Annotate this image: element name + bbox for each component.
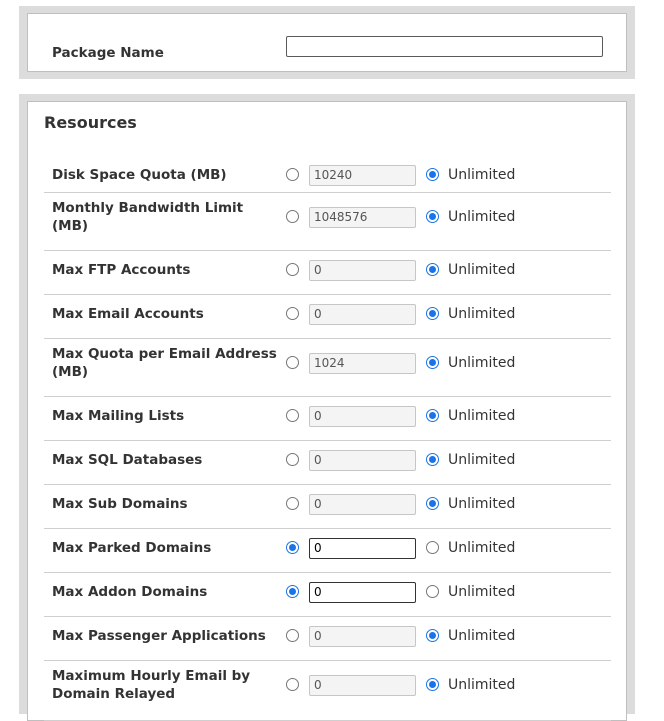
unlimited-label: Unlimited bbox=[448, 306, 516, 322]
resource-row: Max Passenger Applications 0 Unlimited bbox=[44, 616, 611, 661]
resources-panel: Resources Disk Space Quota (MB) 10240 Unli… bbox=[19, 94, 635, 721]
resource-row: Max FTP Accounts 0 Unlimited bbox=[44, 250, 611, 295]
resource-row: Max Parked Domains 0 Unlimited bbox=[44, 528, 611, 573]
limit-value-input[interactable]: 0 bbox=[309, 626, 416, 647]
resource-label: Max Addon Domains bbox=[52, 584, 208, 600]
resource-label: Max Parked Domains bbox=[52, 540, 212, 556]
limit-value-input[interactable]: 0 bbox=[309, 675, 416, 696]
unlimited-radio[interactable] bbox=[426, 409, 439, 422]
resource-row: Max Mailing Lists 0 Unlimited bbox=[44, 396, 611, 441]
resource-label: Max Mailing Lists bbox=[52, 408, 185, 424]
resource-label: Max FTP Accounts bbox=[52, 262, 191, 278]
limit-value-input[interactable]: 0 bbox=[309, 260, 416, 281]
limit-value-radio[interactable] bbox=[286, 497, 299, 510]
limit-value-input[interactable]: 10240 bbox=[309, 165, 416, 186]
resource-row: Max Email Accounts 0 Unlimited bbox=[44, 294, 611, 339]
unlimited-label: Unlimited bbox=[448, 262, 516, 278]
package-name-box: Package Name bbox=[27, 13, 627, 72]
resources-title: Resources bbox=[44, 113, 137, 132]
unlimited-label: Unlimited bbox=[448, 496, 516, 512]
limit-value-input[interactable]: 1024 bbox=[309, 353, 416, 374]
unlimited-radio[interactable] bbox=[426, 356, 439, 369]
resource-label: Max Sub Domains bbox=[52, 496, 188, 512]
resource-label: Max Passenger Applications bbox=[52, 628, 266, 644]
unlimited-radio[interactable] bbox=[426, 678, 439, 691]
unlimited-radio[interactable] bbox=[426, 168, 439, 181]
unlimited-label: Unlimited bbox=[448, 677, 516, 693]
limit-value-input[interactable]: 0 bbox=[309, 538, 416, 559]
resource-label: Maximum Hourly Email by Domain Relayed bbox=[52, 668, 251, 702]
limit-value-radio[interactable] bbox=[286, 307, 299, 320]
resource-row: Max Quota per Email Address (MB) 1024 Unli… bbox=[44, 338, 611, 397]
resource-row: Monthly Bandwidth Limit (MB) 1048576 Unlim… bbox=[44, 192, 611, 251]
package-name-input[interactable] bbox=[286, 36, 603, 57]
resource-label: Max Quota per Email Address (MB) bbox=[52, 346, 277, 380]
resource-row: Maximum Hourly Email by Domain Relayed 0 U… bbox=[44, 660, 611, 721]
package-name-panel: Package Name bbox=[19, 6, 635, 79]
unlimited-radio[interactable] bbox=[426, 453, 439, 466]
unlimited-label: Unlimited bbox=[448, 167, 516, 183]
resources-box: Resources Disk Space Quota (MB) 10240 Unli… bbox=[27, 101, 627, 721]
resource-row: Max Addon Domains 0 Unlimited bbox=[44, 572, 611, 617]
unlimited-radio[interactable] bbox=[426, 629, 439, 642]
limit-value-radio[interactable] bbox=[286, 168, 299, 181]
unlimited-radio[interactable] bbox=[426, 541, 439, 554]
unlimited-label: Unlimited bbox=[448, 540, 516, 556]
limit-value-radio[interactable] bbox=[286, 453, 299, 466]
unlimited-radio[interactable] bbox=[426, 307, 439, 320]
unlimited-label: Unlimited bbox=[448, 584, 516, 600]
resource-label: Max Email Accounts bbox=[52, 306, 204, 322]
resource-label: Monthly Bandwidth Limit (MB) bbox=[52, 200, 244, 234]
limit-value-radio[interactable] bbox=[286, 356, 299, 369]
limit-value-input[interactable]: 0 bbox=[309, 450, 416, 471]
unlimited-radio[interactable] bbox=[426, 497, 439, 510]
limit-value-radio[interactable] bbox=[286, 678, 299, 691]
unlimited-label: Unlimited bbox=[448, 628, 516, 644]
limit-value-radio[interactable] bbox=[286, 541, 299, 554]
limit-value-input[interactable]: 0 bbox=[309, 494, 416, 515]
limit-value-input[interactable]: 1048576 bbox=[309, 207, 416, 228]
limit-value-input[interactable]: 0 bbox=[309, 582, 416, 603]
unlimited-radio[interactable] bbox=[426, 210, 439, 223]
limit-value-radio[interactable] bbox=[286, 263, 299, 276]
limit-value-radio[interactable] bbox=[286, 409, 299, 422]
unlimited-radio[interactable] bbox=[426, 585, 439, 598]
limit-value-radio[interactable] bbox=[286, 585, 299, 598]
resource-label: Max SQL Databases bbox=[52, 452, 203, 468]
limit-value-input[interactable]: 0 bbox=[309, 406, 416, 427]
limit-value-radio[interactable] bbox=[286, 210, 299, 223]
unlimited-label: Unlimited bbox=[448, 408, 516, 424]
resource-label: Disk Space Quota (MB) bbox=[52, 167, 227, 183]
package-name-label: Package Name bbox=[52, 45, 164, 61]
resource-row: Disk Space Quota (MB) 10240 Unlimited bbox=[44, 159, 611, 193]
unlimited-label: Unlimited bbox=[448, 209, 516, 225]
resource-row: Max SQL Databases 0 Unlimited bbox=[44, 440, 611, 485]
unlimited-radio[interactable] bbox=[426, 263, 439, 276]
resource-row: Max Sub Domains 0 Unlimited bbox=[44, 484, 611, 529]
limit-value-input[interactable]: 0 bbox=[309, 304, 416, 325]
unlimited-label: Unlimited bbox=[448, 355, 516, 371]
limit-value-radio[interactable] bbox=[286, 629, 299, 642]
unlimited-label: Unlimited bbox=[448, 452, 516, 468]
